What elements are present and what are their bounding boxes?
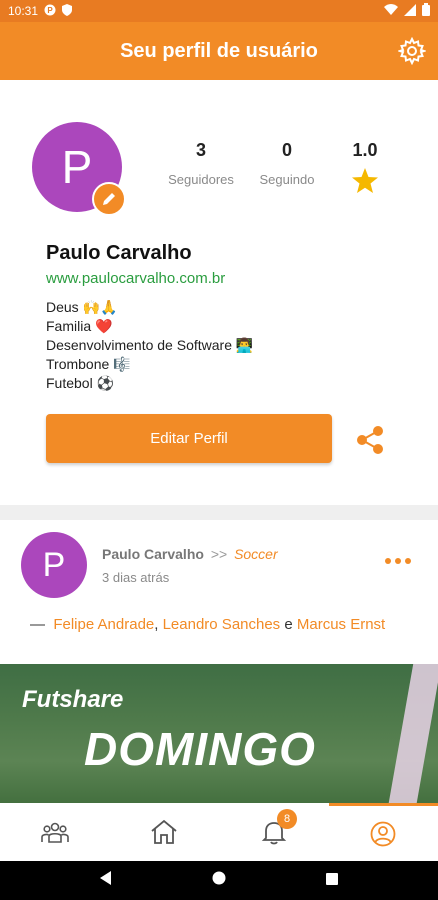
followers-stat[interactable]: 3 Seguidores	[158, 140, 244, 199]
notification-badge: 8	[277, 809, 297, 829]
rating-stat[interactable]: 1.0	[330, 140, 400, 199]
post-author-name[interactable]: Paulo Carvalho	[102, 546, 204, 562]
gear-icon	[396, 36, 428, 66]
profile-card: P 3 Seguidores 0 Seguindo 1.0 Paulo Carv…	[0, 80, 438, 505]
share-button[interactable]	[355, 425, 385, 455]
followers-label: Seguidores	[168, 172, 234, 187]
back-icon[interactable]	[100, 871, 112, 890]
star-icon	[330, 168, 400, 199]
rating-value: 1.0	[352, 140, 378, 160]
page-title: Seu perfil de usuário	[120, 39, 318, 62]
post-image[interactable]: Futshare DOMINGO	[0, 664, 438, 803]
post-author-avatar[interactable]: P	[21, 532, 87, 598]
recents-square-icon[interactable]	[326, 872, 338, 890]
home-icon	[151, 819, 177, 844]
edit-avatar-button[interactable]	[92, 182, 126, 216]
post-arrow: >>	[210, 546, 228, 562]
following-count: 0	[281, 140, 292, 160]
signal-icon	[404, 3, 416, 19]
user-circle-icon	[370, 821, 396, 846]
post-group-link[interactable]: Soccer	[234, 546, 278, 562]
more-dot	[405, 558, 411, 564]
bottom-nav: 8	[0, 803, 438, 861]
tagged-user-link[interactable]: Felipe Andrade	[53, 616, 154, 633]
shield-icon	[62, 3, 73, 19]
wifi-icon	[384, 3, 398, 19]
svg-text:P: P	[47, 6, 53, 15]
profile-website-link[interactable]: www.paulocarvalho.com.br	[46, 270, 225, 287]
following-label: Seguindo	[259, 172, 315, 187]
profile-bio: Deus 🙌🙏 Familia ❤️ Desenvolvimento de So…	[46, 298, 253, 393]
tag-separator: ,	[154, 616, 159, 633]
tagged-users: — Felipe Andrade, Leandro Sanches e Marc…	[30, 615, 410, 634]
post-card: P Paulo Carvalho >> Soccer 3 dias atrás …	[0, 520, 438, 803]
tagged-user-link[interactable]: Leandro Sanches	[163, 616, 281, 633]
tag-prefix: —	[30, 616, 45, 633]
nav-item-groups[interactable]	[0, 803, 110, 861]
bio-line: Futebol ⚽	[46, 375, 115, 391]
post-timestamp: 3 dias atrás	[102, 570, 170, 585]
home-circle-icon[interactable]	[212, 871, 226, 890]
field-line	[385, 664, 438, 803]
post-header: Paulo Carvalho >> Soccer	[102, 546, 278, 562]
group-icon	[40, 822, 69, 843]
bio-line: Desenvolvimento de Software 👨‍💻	[46, 337, 254, 353]
edit-profile-button[interactable]: Editar Perfil	[46, 414, 332, 463]
tag-conjunction: e	[284, 616, 293, 633]
nav-item-home[interactable]	[110, 803, 220, 861]
image-brand-text: Futshare	[22, 686, 124, 713]
settings-button[interactable]	[396, 36, 428, 66]
more-dot	[385, 558, 391, 564]
following-stat[interactable]: 0 Seguindo	[244, 140, 330, 199]
image-headline-text: DOMINGO	[84, 723, 316, 775]
pencil-icon	[103, 193, 115, 205]
bio-line: Familia ❤️	[46, 318, 113, 334]
nav-item-profile[interactable]	[328, 803, 438, 861]
p-circle-icon: P	[44, 4, 56, 19]
more-dot	[395, 558, 401, 564]
share-icon	[357, 426, 383, 454]
avatar-container: P	[32, 122, 126, 216]
battery-icon	[422, 3, 430, 19]
app-bar: Seu perfil de usuário	[0, 22, 438, 80]
status-time: 10:31	[8, 4, 39, 18]
tagged-user-link[interactable]: Marcus Ernst	[297, 616, 385, 633]
bio-line: Deus 🙌🙏	[46, 299, 118, 315]
profile-stats: 3 Seguidores 0 Seguindo 1.0	[158, 140, 400, 199]
bio-line: Trombone 🎼	[46, 356, 131, 372]
nav-item-notifications[interactable]: 8	[219, 803, 329, 861]
status-bar: 10:31 P	[0, 0, 438, 22]
post-more-button[interactable]	[385, 558, 411, 564]
profile-name: Paulo Carvalho	[46, 242, 192, 264]
system-nav-bar	[0, 861, 438, 900]
followers-count: 3	[195, 140, 206, 160]
